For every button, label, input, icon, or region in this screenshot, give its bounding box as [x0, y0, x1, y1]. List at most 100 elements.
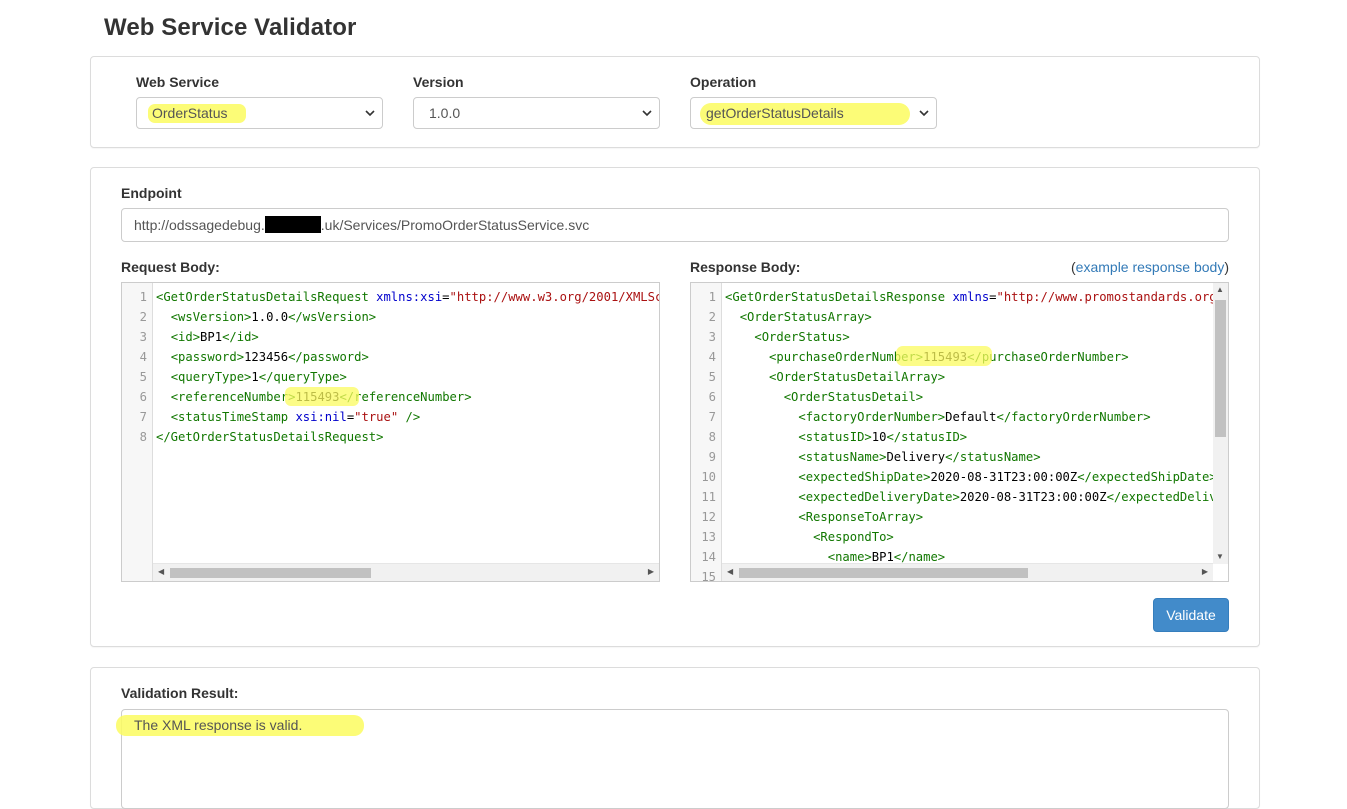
xml-token: Default	[945, 410, 997, 424]
web-service-label: Web Service	[136, 74, 220, 90]
code-line: 8 </GetOrderStatusDetailsRequest>	[122, 427, 659, 447]
line-number: 3	[139, 330, 147, 344]
code-text: <RespondTo>	[725, 527, 894, 547]
web-service-value: OrderStatus	[152, 105, 228, 121]
xml-token	[725, 330, 754, 344]
web-service-highlight: OrderStatus	[148, 104, 246, 123]
line-number: 3	[708, 330, 716, 344]
xml-token	[725, 530, 813, 544]
operation-value: getOrderStatusDetails	[706, 105, 844, 121]
scroll-left-icon[interactable]: ◀	[727, 567, 733, 576]
code-line: 3 <id>BP1</id>	[122, 327, 659, 347]
scrollbar-thumb[interactable]	[739, 568, 1028, 578]
xml-token: <name>	[827, 550, 872, 564]
line-number: 8	[708, 430, 716, 444]
code-text: <password>123456</password>	[156, 347, 369, 367]
code-text: <OrderStatusDetail>	[725, 387, 923, 407]
scroll-left-icon[interactable]: ◀	[158, 567, 164, 576]
xml-token	[156, 410, 171, 424]
xml-token	[156, 370, 171, 384]
operation-select[interactable]: getOrderStatusDetails	[690, 97, 937, 129]
service-selection-panel: Web Service OrderStatus Version 1.0.0 Op…	[90, 56, 1260, 148]
code-line: 10 <expectedShipDate>2020-08-31T23:00:00…	[691, 467, 1217, 487]
xml-token	[725, 450, 798, 464]
chevron-down-icon	[365, 110, 375, 117]
xml-token: =	[989, 290, 997, 304]
xml-token: </GetOrderStatusDetailsRequest>	[156, 430, 384, 444]
code-text: <GetOrderStatusDetailsRequest xmlns:xsi=…	[156, 287, 659, 307]
line-number: 8	[139, 430, 147, 444]
xml-token: </statusName>	[945, 450, 1041, 464]
xml-token	[725, 370, 769, 384]
version-value: 1.0.0	[429, 105, 461, 121]
xml-token	[725, 430, 798, 444]
result-highlight: The XML response is valid.	[116, 715, 364, 736]
horizontal-scrollbar[interactable]: ◀ ▶	[153, 563, 659, 581]
response-code[interactable]: 1 <GetOrderStatusDetailsResponse xmlns="h…	[691, 287, 1228, 582]
xml-token: </expectedShipDate>	[1077, 470, 1217, 484]
line-number: 10	[701, 470, 716, 484]
code-line: 8 <statusID>10</statusID>	[691, 427, 1213, 447]
code-line: 9 <statusName>Delivery</statusName>	[691, 447, 1213, 467]
xml-token: <RespondTo>	[813, 530, 894, 544]
code-text: <OrderStatusDetailArray>	[725, 367, 945, 387]
xml-token: 2020-08-31T23:00:00Z	[959, 490, 1107, 504]
version-select[interactable]: 1.0.0	[413, 97, 660, 129]
xml-token	[725, 510, 798, 524]
web-service-select[interactable]: OrderStatus	[136, 97, 383, 129]
line-number: 2	[139, 310, 147, 324]
code-line: 3 <OrderStatus>	[691, 327, 1213, 347]
xml-token: <referenceNumber>	[170, 390, 296, 404]
line-number: 11	[701, 490, 716, 504]
page-title: Web Service Validator	[104, 14, 357, 41]
validation-result-label: Validation Result:	[121, 685, 239, 701]
operation-highlight: getOrderStatusDetails	[700, 103, 910, 125]
xml-token: </wsVersion>	[288, 310, 377, 324]
code-text: <statusName>Delivery</statusName>	[725, 447, 1041, 467]
example-response-body-link[interactable]: example response body	[1076, 259, 1225, 275]
request-body-editor[interactable]: 1 <GetOrderStatusDetailsRequest xmlns:xsi…	[121, 282, 660, 582]
xml-token	[156, 390, 171, 404]
code-line: 13 <RespondTo>	[691, 527, 1213, 547]
response-highlight	[896, 346, 992, 366]
line-number: 15	[701, 570, 716, 582]
code-line: 7 <statusTimeStamp xsi:nil="true" />	[122, 407, 659, 427]
xml-token: "http://www.w3.org/2001/XMLSchema-instan…	[449, 290, 659, 304]
chevron-down-icon	[919, 110, 929, 117]
line-number: 6	[708, 390, 716, 404]
xml-token: </id>	[222, 330, 259, 344]
xml-token: 10	[871, 430, 887, 444]
line-number: 9	[708, 450, 716, 464]
code-text: <factoryOrderNumber>Default</factoryOrde…	[725, 407, 1151, 427]
version-label: Version	[413, 74, 464, 90]
xml-token	[725, 390, 784, 404]
line-number: 14	[701, 550, 716, 564]
xml-token: <OrderStatusArray>	[739, 310, 872, 324]
xml-token: </name>	[893, 550, 946, 564]
scrollbar-thumb[interactable]	[170, 568, 371, 578]
xml-token: <queryType>	[170, 370, 252, 384]
scroll-right-icon[interactable]: ▶	[648, 567, 654, 576]
xml-token: </factoryOrderNumber>	[996, 410, 1151, 424]
xml-token: </statusID>	[886, 430, 968, 444]
request-panel: Endpoint http://odssagedebug. .uk/Service…	[90, 167, 1260, 647]
line-number: 4	[139, 350, 147, 364]
code-text: <wsVersion>1.0.0</wsVersion>	[156, 307, 376, 327]
response-body-editor[interactable]: 1 <GetOrderStatusDetailsResponse xmlns="h…	[690, 282, 1229, 582]
scrollbar-thumb[interactable]	[1215, 300, 1226, 437]
code-line: 2 <wsVersion>1.0.0</wsVersion>	[122, 307, 659, 327]
code-line: 1 <GetOrderStatusDetailsResponse xmlns="h…	[691, 287, 1224, 307]
xml-token: <expectedShipDate>	[798, 470, 931, 484]
endpoint-input[interactable]: http://odssagedebug. .uk/Services/PromoOr…	[121, 208, 1229, 242]
horizontal-scrollbar[interactable]: ◀ ▶	[722, 563, 1213, 581]
xml-token: 123456	[244, 350, 289, 364]
scroll-right-icon[interactable]: ▶	[1202, 567, 1208, 576]
scroll-up-icon[interactable]: ▲	[1216, 285, 1224, 294]
vertical-scrollbar[interactable]: ▲ ▼	[1213, 283, 1228, 564]
code-text: </GetOrderStatusDetailsRequest>	[156, 427, 383, 447]
xml-token: <factoryOrderNumber>	[798, 410, 946, 424]
line-number: 2	[708, 310, 716, 324]
validate-button[interactable]: Validate	[1153, 598, 1229, 632]
request-code[interactable]: 1 <GetOrderStatusDetailsRequest xmlns:xsi…	[122, 287, 659, 447]
scroll-down-icon[interactable]: ▼	[1216, 552, 1224, 561]
